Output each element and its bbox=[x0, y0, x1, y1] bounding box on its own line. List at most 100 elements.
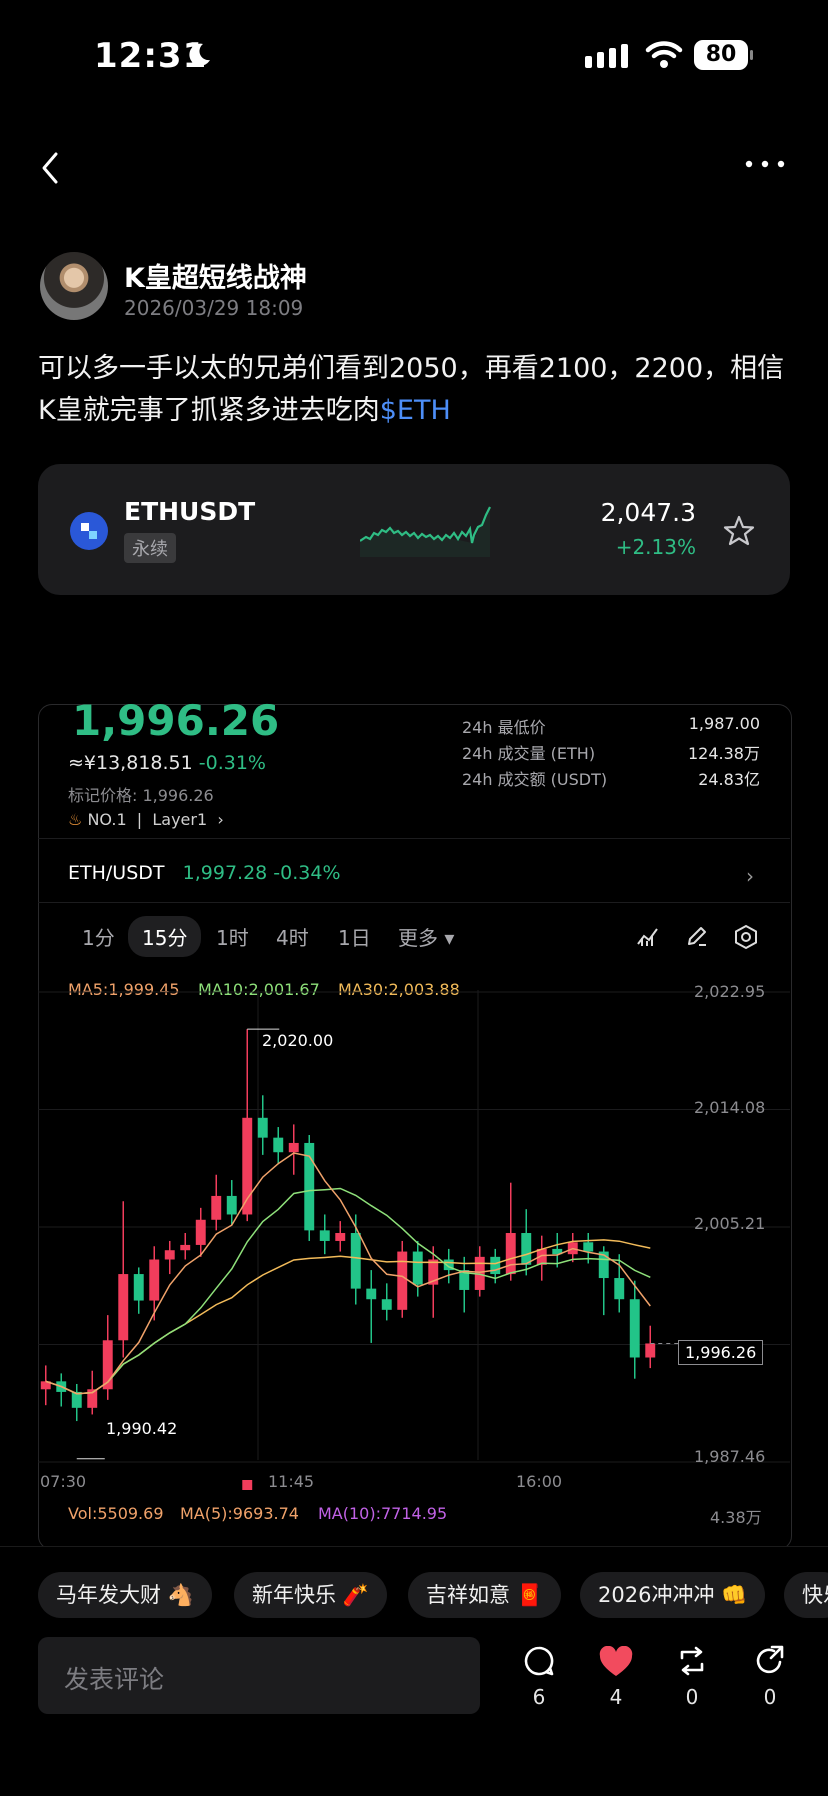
candle-body bbox=[164, 1250, 175, 1260]
wifi-icon bbox=[645, 41, 683, 68]
chevron-right-icon[interactable]: › bbox=[746, 864, 754, 888]
pair-name: ETH/USDT bbox=[68, 862, 165, 884]
candle-body bbox=[319, 1230, 330, 1241]
candle-body bbox=[149, 1259, 160, 1301]
post-timestamp: 2026/03/29 18:09 bbox=[124, 296, 304, 320]
draw-pencil-icon[interactable] bbox=[685, 924, 709, 948]
candle-body bbox=[397, 1251, 408, 1310]
contract-type-badge: 永续 bbox=[124, 533, 176, 563]
ticker-price: 2,047.3 bbox=[600, 498, 696, 527]
low-price-label: 1,990.42 bbox=[106, 1419, 178, 1438]
ticker-link[interactable]: $ETH bbox=[380, 395, 451, 426]
indicator-icon[interactable] bbox=[636, 924, 660, 948]
moon-icon bbox=[189, 43, 210, 66]
rank-row: ♨ NO.1 | Layer1 › bbox=[68, 810, 224, 829]
comment-placeholder: 发表评论 bbox=[64, 1665, 165, 1694]
repost-icon[interactable] bbox=[676, 1644, 708, 1678]
quick-reply-chip[interactable]: 2026冲冲冲 👊 bbox=[580, 1572, 766, 1618]
y-tick-label: 2,014.08 bbox=[694, 1098, 766, 1117]
x-tick-label: 16:00 bbox=[516, 1472, 563, 1491]
heart-icon[interactable] bbox=[598, 1646, 634, 1678]
high-price-label: 2,020.00 bbox=[262, 1031, 334, 1050]
tab-1h[interactable]: 1时 bbox=[216, 922, 249, 951]
ticker-change: +2.13% bbox=[615, 535, 696, 559]
candle-body bbox=[505, 1233, 516, 1275]
exchange-logo-icon bbox=[70, 512, 108, 550]
last-price: 1,996.26 bbox=[72, 696, 280, 745]
back-icon[interactable] bbox=[38, 150, 62, 186]
tab-1m[interactable]: 1分 bbox=[82, 922, 115, 951]
x-tick-label: 11:45 bbox=[268, 1472, 315, 1491]
candle-body bbox=[350, 1233, 361, 1289]
vol-axis-label: 4.38万 bbox=[710, 1508, 762, 1527]
tab-15m[interactable]: 15分 bbox=[128, 916, 202, 957]
candle-body bbox=[381, 1299, 392, 1310]
post-body: 可以多一手以太的兄弟们看到2050，再看2100，2200，相信K皇就完事了抓紧… bbox=[38, 348, 798, 432]
fire-icon: ♨ bbox=[68, 810, 83, 829]
candle-body bbox=[180, 1244, 191, 1251]
vol-label: Vol:5509.69 bbox=[68, 1504, 164, 1523]
y-tick-label: 1,987.46 bbox=[694, 1447, 766, 1466]
candlestick-chart[interactable] bbox=[38, 960, 790, 1490]
candle-body bbox=[118, 1274, 129, 1341]
comment-count: 6 bbox=[532, 1685, 546, 1709]
author-name[interactable]: K皇超短线战神 bbox=[124, 256, 307, 295]
ma5-line bbox=[45, 1152, 651, 1395]
tab-more-label: 更多 bbox=[398, 926, 438, 950]
x-tick-label: 07:30 bbox=[40, 1472, 87, 1491]
candle-body bbox=[645, 1343, 656, 1358]
y-tick-label: 2,022.95 bbox=[694, 982, 766, 1001]
tab-1d[interactable]: 1日 bbox=[338, 922, 371, 951]
repost-count: 0 bbox=[685, 1685, 699, 1709]
current-price-label: 1,996.26 bbox=[678, 1340, 764, 1365]
rank-label: NO.1 bbox=[87, 810, 127, 829]
candle-body bbox=[583, 1242, 594, 1252]
battery-level: 80 bbox=[705, 42, 737, 67]
y-tick-label: 2,005.21 bbox=[694, 1214, 766, 1233]
cny-price-row: ≈¥13,818.51 -0.31% bbox=[68, 752, 266, 774]
comment-icon[interactable] bbox=[522, 1644, 556, 1678]
vol-ma10-label: MA(10):7714.95 bbox=[318, 1504, 448, 1523]
candle-body bbox=[614, 1278, 625, 1300]
price-sparkline bbox=[360, 506, 491, 557]
stat-vol-value: 124.38万 bbox=[688, 744, 760, 763]
more-options-icon[interactable] bbox=[745, 160, 785, 168]
divider bbox=[38, 838, 790, 839]
stat-turnover-value: 24.83亿 bbox=[698, 770, 760, 789]
pair-row[interactable]: ETH/USDT 1,997.28 -0.34% bbox=[68, 862, 341, 884]
divider bbox=[38, 902, 790, 903]
volume-bar bbox=[242, 1480, 253, 1490]
cny-price: ≈¥13,818.51 bbox=[68, 752, 193, 774]
candle-body bbox=[226, 1195, 237, 1215]
vol-ma5-label: MA(5):9693.74 bbox=[180, 1504, 299, 1523]
candle-body bbox=[335, 1233, 346, 1241]
quick-reply-chip[interactable]: 新年快乐 🧨 bbox=[234, 1572, 387, 1618]
avatar[interactable] bbox=[40, 252, 108, 320]
share-icon[interactable] bbox=[754, 1644, 786, 1678]
candle-body bbox=[490, 1256, 501, 1275]
candle-body bbox=[195, 1219, 206, 1245]
candle-body bbox=[412, 1251, 423, 1285]
quick-reply-chip[interactable]: 快乐 bbox=[784, 1572, 828, 1618]
cny-change: -0.31% bbox=[198, 752, 266, 774]
sector-label: Layer1 bbox=[152, 810, 208, 829]
quick-reply-chip[interactable]: 吉祥如意 🧧 bbox=[408, 1572, 561, 1618]
mark-price: 标记价格: 1,996.26 bbox=[68, 786, 214, 805]
candle-body bbox=[629, 1299, 640, 1358]
candle-body bbox=[273, 1137, 284, 1153]
ticker-symbol: ETHUSDT bbox=[124, 497, 256, 526]
candle-body bbox=[288, 1142, 299, 1153]
candle-body bbox=[133, 1274, 144, 1301]
tab-4h[interactable]: 4时 bbox=[276, 922, 309, 951]
settings-hex-icon[interactable] bbox=[733, 924, 759, 950]
candle-body bbox=[521, 1233, 532, 1265]
like-count: 4 bbox=[609, 1685, 623, 1709]
tab-more[interactable]: 更多 ▾ bbox=[398, 922, 454, 951]
share-count: 0 bbox=[763, 1685, 777, 1709]
candle-body bbox=[257, 1117, 268, 1138]
star-icon[interactable] bbox=[722, 514, 756, 548]
candle-body bbox=[366, 1288, 377, 1300]
quick-reply-chip[interactable]: 马年发大财 🐴 bbox=[38, 1572, 212, 1618]
pair-change: -0.34% bbox=[273, 862, 341, 884]
signal-icon bbox=[585, 44, 628, 68]
